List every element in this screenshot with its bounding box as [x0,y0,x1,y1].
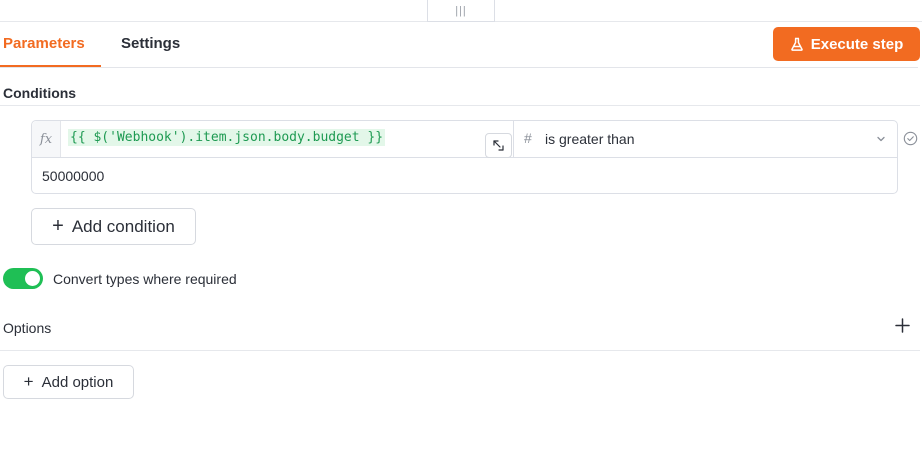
number-type-icon: # [524,130,532,146]
plus-icon: + [23,371,34,391]
convert-types-label: Convert types where required [53,271,237,287]
add-condition-label: Add condition [71,216,175,236]
panel-drag-handle[interactable]: ||| [427,0,495,22]
conditions-title: Conditions [3,85,77,101]
toggle-knob [25,271,40,286]
add-condition-button[interactable]: + Add condition [31,208,196,245]
tab-settings[interactable]: Settings [121,35,180,52]
right-value-input[interactable]: 50000000 [42,168,104,184]
condition-top-row: fx {{ $('Webhook').item.json.body.budget… [32,121,897,158]
condition-row: fx {{ $('Webhook').item.json.body.budget… [31,120,898,194]
drag-handle-icon: ||| [455,4,467,17]
execute-step-button[interactable]: Execute step [773,27,920,61]
conditions-divider [0,105,920,106]
expand-expression-button[interactable] [485,133,512,158]
plus-icon: + [52,214,64,237]
operator-label: is greater than [545,131,635,147]
options-title: Options [3,320,52,336]
left-value-expression[interactable]: {{ $('Webhook').item.json.body.budget }} [68,129,386,146]
check-circle-icon [903,131,918,146]
open-external-icon [493,140,504,151]
add-option-label: Add option [41,373,114,391]
tab-parameters[interactable]: Parameters [3,35,85,52]
options-divider [0,350,920,351]
active-tab-indicator [0,65,101,67]
add-options-plus-icon[interactable] [894,317,911,334]
execute-step-label: Execute step [810,35,904,53]
chevron-down-icon [877,136,885,142]
flask-icon [790,37,803,51]
operator-select[interactable]: # is greater than [513,121,897,157]
add-option-button[interactable]: + Add option [3,365,134,399]
fx-icon: fx [32,121,61,157]
convert-types-toggle[interactable] [3,268,43,289]
